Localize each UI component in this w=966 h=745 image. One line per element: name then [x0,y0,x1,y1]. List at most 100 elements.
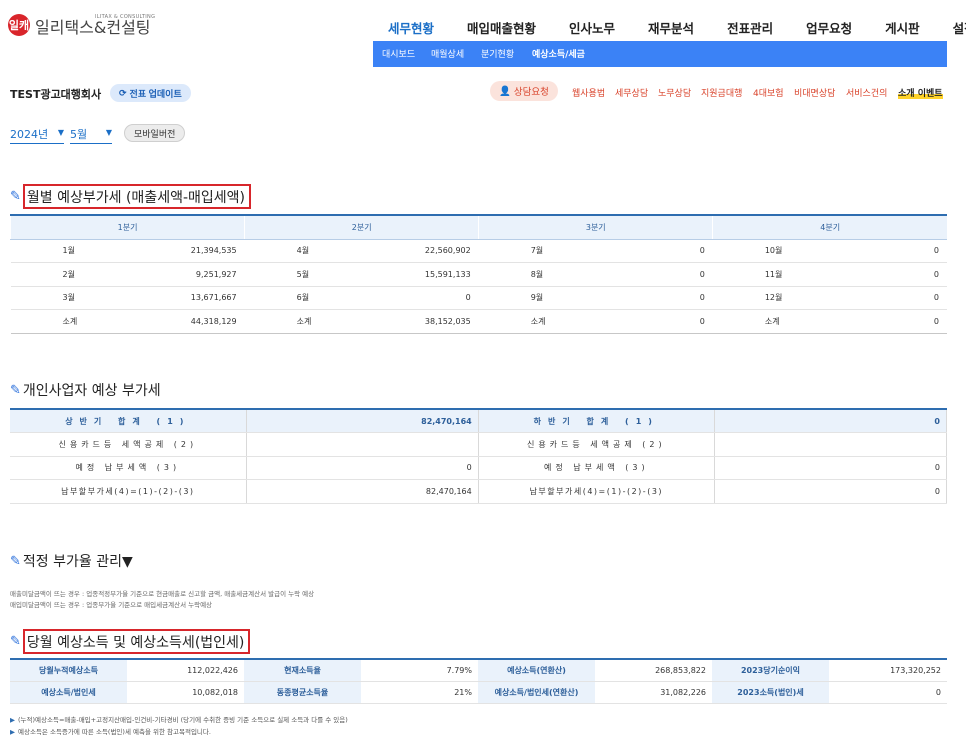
row-label: 2023당기순이익 [712,658,829,682]
consult-request-button[interactable]: 👤 상담요청 [490,81,558,101]
link-labor-consult[interactable]: 노무상담 [658,86,691,99]
section-title-text: 월별 예상부가세 (매출세액-매입세액) [22,184,251,209]
nav-work-request[interactable]: 업무요청 [806,18,852,37]
year-select[interactable]: 2024년 ▼ [10,126,64,144]
section-individual-vat-title: ✎ 개인사업자 예상 부가세 [10,380,161,400]
link-suggestion[interactable]: 서비스건의 [846,86,887,99]
consult-request-label: 상담요청 [513,87,549,98]
table-row: 3월 13,671,667 6월 0 9월 0 12월 0 [10,286,947,310]
individual-vat-table: 상반기 합계 (1) 82,470,164 하반기 합계 (1) 0 신용카드등… [10,408,948,504]
month-label: 12월 [712,286,805,310]
row-value: 112,022,426 [127,658,244,682]
link-insurance[interactable]: 4대보험 [753,86,784,99]
vat-value: 0 [804,286,947,310]
row-value: 0 [245,456,479,480]
section-monthly-vat-title: ✎ 월별 예상부가세 (매출세액-매입세액) [10,184,251,209]
row-value: 173,320,252 [829,658,947,682]
subtotal-label: 소계 [712,309,805,334]
logo-subtitle: ILITAX & CONSULTING [95,14,156,20]
vat-value: 22,560,902 [336,239,479,263]
month-label: 9월 [478,286,571,310]
row-value: 7.79% [361,658,478,682]
table-row: 상반기 합계 (1) 82,470,164 하반기 합계 (1) 0 [10,408,948,433]
subtotal-value: 38,152,035 [336,309,479,334]
vat-value: 9,251,927 [102,262,245,287]
nav-voucher[interactable]: 전표관리 [727,18,773,37]
nav-hr-labor[interactable]: 인사노무 [569,18,615,37]
nav-settings[interactable]: 설정 [953,18,966,37]
table-row: 당월누적예상소득 112,022,426 현재소득율 7.79% 예상소득(연환… [10,658,947,682]
link-web-guide[interactable]: 웹사용법 [572,86,605,99]
vat-value: 15,591,133 [336,262,479,287]
month-label: 1월 [10,239,103,263]
section-title-text: 적정 부가율 관리▼ [22,554,133,570]
pencil-icon: ✎ [10,382,21,398]
row-value: 82,470,164 [245,408,479,433]
row-label: 신용카드등 세액공제 (2) [478,432,715,457]
row-value: 31,082,226 [595,681,712,704]
row-value: 10,082,018 [127,681,244,704]
month-value: 5월 [70,128,88,141]
row-label: 예상소득/법인세(연환산) [478,681,595,704]
row-value: 0 [713,479,948,504]
year-value: 2024년 [10,128,49,141]
month-label: 5월 [244,262,337,287]
vat-value: 0 [570,239,713,263]
nav-board[interactable]: 게시판 [885,18,920,37]
subtotal-value: 0 [804,309,947,334]
quarter-header: 1분기 [9,214,245,240]
income-note-1: ▶ (누적)예상소득=매출-매입+고정지산매입-인건비-기타경비 (당기에 수취한… [10,714,348,724]
row-value: 0 [713,408,948,433]
subnav-dashboard[interactable]: 대시보드 [382,47,415,60]
month-label: 2월 [10,262,103,287]
sub-nav: 대시보드 매월상세 분기현황 예상소득/세금 [373,41,947,67]
section-vat-rate-title[interactable]: ✎ 적정 부가율 관리▼ [10,551,133,571]
month-label: 4월 [244,239,337,263]
logo-mark: 일캐 [8,14,30,36]
table-row: 예정 납부세액 (3) 0 예정 납부세액 (3) 0 [10,456,948,480]
quarter-header: 4분기 [712,214,947,240]
link-tax-consult[interactable]: 세무상담 [615,86,648,99]
link-referral-event[interactable]: 소개 이벤트 [898,86,943,99]
section-title-text: 당월 예상소득 및 예상소득세(법인세) [22,629,251,654]
main-nav: 세무현황 매입매출현황 인사노무 재무분석 전표관리 업무요청 게시판 설정 [388,18,966,37]
vat-rate-desc-purchase: 매입미달금액이 뜨는 경우 : 업종부가율 기준으로 매입세금계산서 누락예상 [10,601,213,609]
refresh-icon: ⟳ [119,87,127,98]
row-label: 예정 납부세액 (3) [478,456,715,480]
subnav-quarterly[interactable]: 분기현황 [481,47,514,60]
row-label: 현재소득율 [244,658,361,682]
voucher-update-label: 전표 업데이트 [129,88,182,99]
triangle-right-icon: ▶ [10,728,15,736]
row-value [245,432,479,457]
month-select[interactable]: 5월 ▼ [70,126,112,144]
nav-tax-status[interactable]: 세무현황 [388,18,434,37]
row-label: 하반기 합계 (1) [478,408,715,433]
row-label: 상반기 합계 (1) [10,408,247,433]
row-value: 82,470,164 [245,479,479,504]
nav-financial-analysis[interactable]: 재무분석 [648,18,694,37]
vat-value: 21,394,535 [102,239,245,263]
table-row: 1월 21,394,535 4월 22,560,902 7월 0 10월 0 [10,239,947,263]
vat-value: 0 [804,239,947,263]
link-remote-consult[interactable]: 비대면상담 [794,86,835,99]
pencil-icon: ✎ [10,634,21,649]
month-label: 8월 [478,262,571,287]
month-label: 3월 [10,286,103,310]
link-subsidy[interactable]: 지원금대행 [701,86,742,99]
subtotal-value: 44,318,129 [102,309,245,334]
table-row: 2월 9,251,927 5월 15,591,133 8월 0 11월 0 [10,262,947,287]
income-tax-table: 당월누적예상소득 112,022,426 현재소득율 7.79% 예상소득(연환… [10,658,947,704]
pencil-icon: ✎ [10,189,21,204]
subtotal-label: 소계 [478,309,571,334]
user-plus-icon: 👤 [499,85,511,97]
subnav-expected-income-tax[interactable]: 예상소득/세금 [532,47,585,60]
month-label: 6월 [244,286,337,310]
income-note-2: ▶ 예상소득은 소득증가에 따른 소득(법인)세 예측을 위한 참고목적입니다. [10,726,211,736]
subnav-monthly-detail[interactable]: 매월상세 [431,47,464,60]
subtotal-value: 0 [570,309,713,334]
voucher-update-button[interactable]: ⟳ 전표 업데이트 [110,84,191,102]
row-label: 동종평균소득율 [244,681,361,704]
row-label: 당월누적예상소득 [10,658,127,682]
nav-sales-purchase[interactable]: 매입매출현황 [467,18,536,37]
mobile-version-button[interactable]: 모바일버전 [124,124,186,142]
